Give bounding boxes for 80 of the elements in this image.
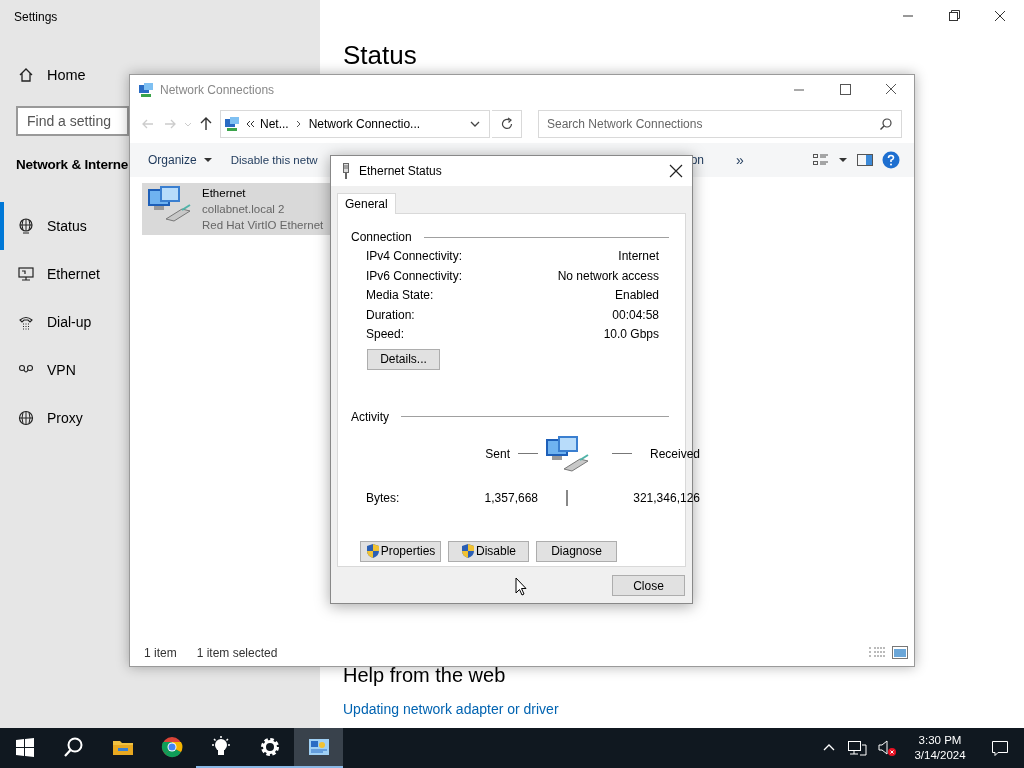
monitor-icon	[18, 266, 34, 282]
globe-icon	[18, 410, 34, 426]
refresh-button[interactable]	[492, 110, 522, 138]
window-title: Settings	[13, 9, 59, 26]
notifications-icon[interactable]	[990, 739, 1010, 757]
help-icon[interactable]	[882, 151, 900, 169]
section-heading: Help from the web	[343, 663, 507, 688]
gear-icon	[258, 736, 281, 758]
help-link[interactable]: Updating network adapter or driver	[343, 701, 559, 717]
search-icon	[879, 117, 893, 131]
caret-icon[interactable]	[838, 155, 848, 165]
toolbar-button[interactable]: Disable this netw	[228, 154, 320, 166]
more-button[interactable]: »	[728, 152, 752, 168]
section-title: Network & Interne	[15, 156, 129, 174]
large-icons-view-icon[interactable]	[892, 646, 908, 660]
field-label: Speed:	[366, 327, 406, 342]
details-button[interactable]: Details...	[367, 348, 440, 370]
received-bytes: 321,346,126	[632, 489, 700, 507]
field-value: Enabled	[613, 288, 659, 303]
sent-label: Sent	[485, 446, 510, 461]
home-icon	[18, 67, 34, 83]
nav-item[interactable]: Status	[0, 202, 99, 250]
status-text: 1 item	[144, 646, 177, 660]
home-link[interactable]: Home	[0, 51, 98, 99]
field-label: IPv4 Connectivity:	[366, 249, 464, 264]
tab[interactable]: General	[337, 193, 396, 214]
field-label: Duration:	[366, 307, 416, 322]
network-window-icon	[307, 736, 330, 758]
refresh-icon	[499, 117, 514, 131]
nav-item[interactable]: Dial-up	[0, 298, 104, 346]
dialog-title: Ethernet Status	[359, 164, 442, 178]
action-button[interactable]: Diagnose	[536, 540, 617, 562]
window-title: Network Connections	[160, 83, 276, 97]
network-folder-icon	[138, 82, 154, 98]
group-label: Connection	[351, 230, 412, 244]
light-bulb-icon	[209, 736, 232, 758]
field-label: IPv6 Connectivity:	[366, 268, 464, 283]
field-value: 00:04:58	[611, 307, 659, 322]
ethernet-plug-icon	[341, 162, 351, 180]
breadcrumb-item[interactable]: Network Connectio...	[308, 117, 421, 131]
field-label: Media State:	[366, 288, 435, 303]
search-icon	[62, 736, 85, 758]
pointer-icon	[515, 577, 529, 597]
page-heading: Status	[342, 39, 417, 72]
search-field[interactable]: Find a setting	[16, 106, 129, 136]
browser-icon	[160, 736, 183, 758]
item-name: Ethernet	[202, 186, 247, 201]
globe-monitor-icon	[18, 218, 34, 234]
volume-muted-icon[interactable]	[877, 739, 897, 757]
item-detail: collabnet.local 2	[202, 202, 286, 217]
organize-menu[interactable]: Organize	[140, 153, 221, 167]
view-options-icon[interactable]	[812, 152, 830, 168]
address-bar[interactable]: Net... Network Connectio...	[220, 110, 490, 138]
taskbar-button[interactable]	[294, 728, 343, 768]
network-adapter-icon	[544, 434, 590, 473]
close-button[interactable]: Close	[612, 575, 685, 596]
nav-item[interactable]: Ethernet	[0, 250, 112, 298]
network-folder-icon	[224, 116, 240, 132]
group-label: Activity	[351, 409, 389, 424]
preview-pane-icon[interactable]	[856, 153, 874, 167]
start-icon	[13, 736, 36, 758]
status-text: 1 item selected	[196, 646, 278, 660]
breadcrumb-item[interactable]: Net...	[260, 117, 289, 131]
action-button[interactable]: Disable	[448, 540, 529, 562]
nav-item[interactable]: Proxy	[0, 394, 95, 442]
caret-icon	[202, 155, 213, 165]
network-adapter-icon	[146, 185, 192, 223]
received-label: Received	[649, 446, 700, 461]
connection-item[interactable]: Ethernet collabnet.local 2 Red Hat VirtIO Ethernet	[142, 183, 330, 235]
action-button[interactable]: Properties	[360, 540, 441, 562]
phone-icon	[18, 314, 34, 330]
nav-item[interactable]: VPN	[0, 346, 88, 394]
clock[interactable]: 3:30 PM 3/14/2024	[902, 733, 978, 763]
sent-bytes: 1,357,668	[483, 489, 538, 507]
field-value: 10.0 Gbps	[602, 327, 659, 342]
field-label: Bytes:	[366, 489, 401, 507]
field-value: Internet	[617, 249, 659, 264]
network-icon[interactable]	[847, 739, 867, 757]
item-detail: Red Hat VirtIO Ethernet	[202, 218, 324, 233]
field-value: No network access	[557, 268, 659, 283]
